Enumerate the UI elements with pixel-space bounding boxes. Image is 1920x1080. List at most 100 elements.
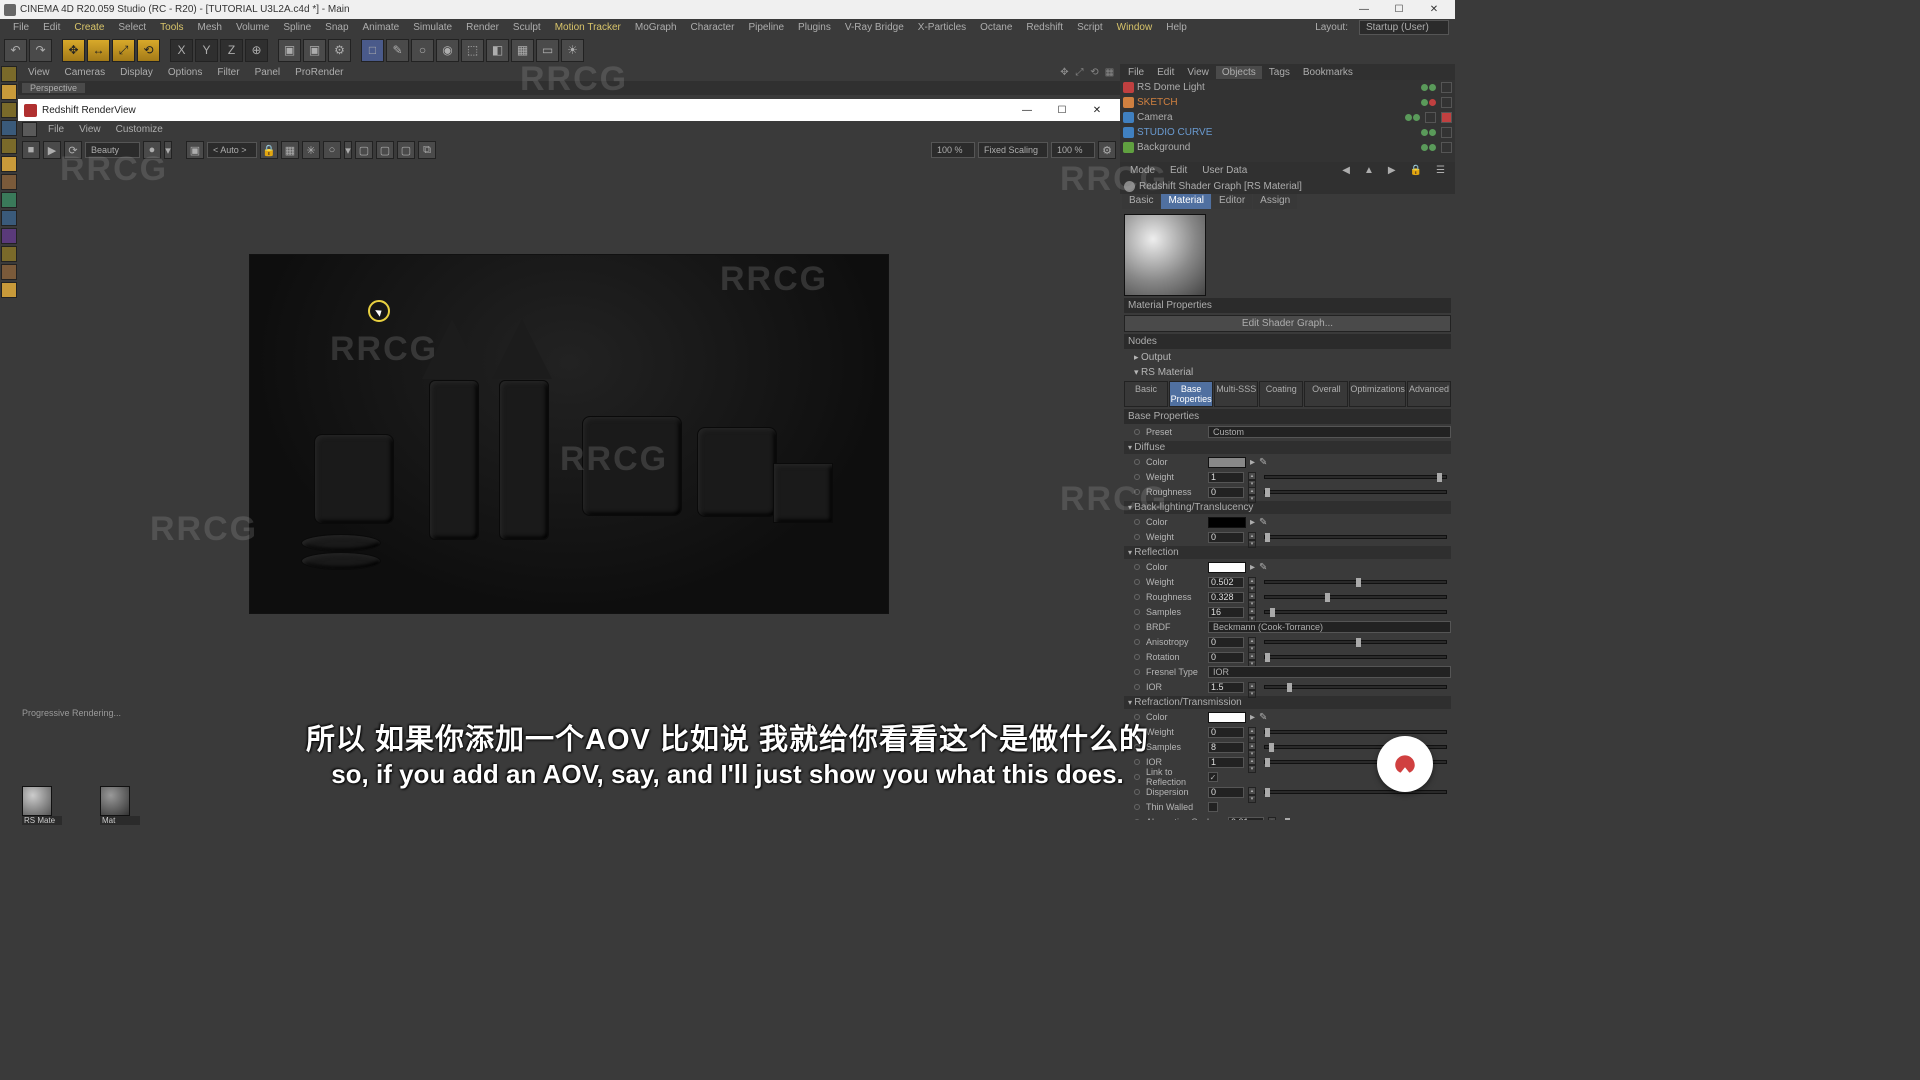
menu-vray[interactable]: V-Ray Bridge: [838, 21, 911, 34]
spinner[interactable]: ▴▾: [1248, 577, 1256, 588]
viewport-tab-perspective[interactable]: Perspective: [22, 83, 85, 93]
rsv-circle-button[interactable]: ○: [323, 141, 341, 159]
array-button[interactable]: ⬚: [461, 39, 484, 62]
subtab-basic[interactable]: Basic: [1124, 381, 1168, 407]
texture-mode-icon[interactable]: [1, 102, 17, 118]
point-mode-icon[interactable]: [1, 138, 17, 154]
attr-lock-icon[interactable]: 🔒: [1404, 164, 1428, 177]
picker-icon[interactable]: ▸: [1250, 517, 1255, 528]
rsv-lock-button[interactable]: 🔒: [260, 141, 278, 159]
rsv-color-menu-button[interactable]: ▾: [164, 141, 172, 159]
uv-poly-icon[interactable]: [1, 210, 17, 226]
menu-file[interactable]: File: [6, 21, 36, 34]
objtab-view[interactable]: View: [1181, 66, 1215, 79]
uv-point-icon[interactable]: [1, 192, 17, 208]
spinner[interactable]: ▴▾: [1248, 652, 1256, 663]
spinner[interactable]: ▴▾: [1248, 532, 1256, 543]
camera-button[interactable]: ▭: [536, 39, 559, 62]
spinner[interactable]: ▴▾: [1248, 757, 1256, 768]
enable-axis-icon[interactable]: [1, 264, 17, 280]
render-button[interactable]: ▣: [278, 39, 301, 62]
brdf-dropdown[interactable]: Beckmann (Cook-Torrance): [1208, 621, 1451, 633]
yaxis-button[interactable]: Y: [195, 39, 218, 62]
diffuse-roughness-slider[interactable]: [1264, 490, 1447, 494]
menu-octane[interactable]: Octane: [973, 21, 1019, 34]
ior-slider[interactable]: [1264, 685, 1447, 689]
rotation-field[interactable]: 0: [1208, 652, 1244, 663]
minimize-button[interactable]: ―: [1347, 0, 1381, 19]
menu-create[interactable]: Create: [67, 21, 111, 34]
material-manager[interactable]: RS Mate Mat: [18, 784, 1120, 820]
poly-mode-icon[interactable]: [1, 174, 17, 190]
floor-button[interactable]: ▦: [511, 39, 534, 62]
objtab-tags[interactable]: Tags: [1263, 66, 1296, 79]
attr-tab-assign[interactable]: Assign: [1253, 194, 1297, 209]
material-default[interactable]: [100, 786, 130, 816]
menu-edit[interactable]: Edit: [36, 21, 67, 34]
rsv-play-button[interactable]: ▶: [43, 141, 61, 159]
light-button[interactable]: ☀: [561, 39, 584, 62]
tweak-icon[interactable]: [1, 228, 17, 244]
eyedropper-icon[interactable]: ✎: [1259, 712, 1267, 723]
diffuse-group[interactable]: Diffuse: [1124, 441, 1451, 454]
absorption-field[interactable]: 0.01: [1228, 817, 1264, 821]
menu-script[interactable]: Script: [1070, 21, 1110, 34]
menu-sculpt[interactable]: Sculpt: [506, 21, 548, 34]
refraction-weight-slider[interactable]: [1264, 730, 1447, 734]
rsv-start-icon[interactable]: [22, 122, 37, 137]
refraction-weight-field[interactable]: 0: [1208, 727, 1244, 738]
tag-icon[interactable]: [1441, 127, 1452, 138]
attr-edit[interactable]: Edit: [1164, 164, 1193, 177]
rsmaterial-node[interactable]: ▾ RS Material: [1134, 367, 1193, 378]
vpmenu-panel[interactable]: Panel: [249, 66, 287, 79]
diffuse-weight-slider[interactable]: [1264, 475, 1447, 479]
coord-button[interactable]: ⊕: [245, 39, 268, 62]
null-button[interactable]: ○: [411, 39, 434, 62]
rsv-snap-a-button[interactable]: ▢: [355, 141, 373, 159]
rsv-scale-field[interactable]: 100 %: [1051, 142, 1095, 158]
diffuse-roughness-field[interactable]: 0: [1208, 487, 1244, 498]
spinner[interactable]: ▴▾: [1248, 487, 1256, 498]
layout-dropdown[interactable]: Startup (User): [1359, 20, 1449, 35]
rsv-crop-button[interactable]: ▣: [186, 141, 204, 159]
ior-field[interactable]: 1.5: [1208, 682, 1244, 693]
menu-plugins[interactable]: Plugins: [791, 21, 838, 34]
objtab-bookmarks[interactable]: Bookmarks: [1297, 66, 1359, 79]
pen-button[interactable]: ✎: [386, 39, 409, 62]
refraction-samples-field[interactable]: 8: [1208, 742, 1244, 753]
spinner[interactable]: ▴▾: [1248, 787, 1256, 798]
spinner[interactable]: ▴▾: [1248, 682, 1256, 693]
reflection-roughness-slider[interactable]: [1264, 595, 1447, 599]
eyedropper-icon[interactable]: ✎: [1259, 517, 1267, 528]
rsv-zoom-field[interactable]: 100 %: [931, 142, 975, 158]
rsv-menu-file[interactable]: File: [42, 123, 70, 136]
menu-tools[interactable]: Tools: [153, 21, 190, 34]
rsv-menu-view[interactable]: View: [73, 123, 107, 136]
rsv-color-button[interactable]: ●: [143, 141, 161, 159]
menu-character[interactable]: Character: [684, 21, 742, 34]
rsv-copy-button[interactable]: ⧉: [418, 141, 436, 159]
attr-prev-icon[interactable]: ◀: [1336, 164, 1356, 177]
refraction-group[interactable]: Refraction/Transmission: [1124, 696, 1451, 709]
object-mode-icon[interactable]: [1, 84, 17, 100]
close-button[interactable]: ✕: [1417, 0, 1451, 19]
render-pv-button[interactable]: ▣: [303, 39, 326, 62]
menu-redshift[interactable]: Redshift: [1019, 21, 1070, 34]
backlight-weight-slider[interactable]: [1264, 535, 1447, 539]
undo-button[interactable]: ↶: [4, 39, 27, 62]
tag-icon[interactable]: [1441, 112, 1452, 123]
menu-pipeline[interactable]: Pipeline: [741, 21, 791, 34]
subdivision-button[interactable]: ◉: [436, 39, 459, 62]
backlight-group[interactable]: Back-lighting/Translucency: [1124, 501, 1451, 514]
move-button[interactable]: ↔: [87, 39, 110, 62]
attr-up-icon[interactable]: ▲: [1358, 164, 1380, 177]
rsv-center-button[interactable]: ✳: [302, 141, 320, 159]
vpmenu-display[interactable]: Display: [114, 66, 159, 79]
attr-hist-icon[interactable]: ☰: [1430, 164, 1451, 177]
vpmenu-view[interactable]: View: [22, 66, 56, 79]
spinner[interactable]: ▴▾: [1248, 592, 1256, 603]
rsv-grid-button[interactable]: ▦: [281, 141, 299, 159]
rsv-menu-customize[interactable]: Customize: [110, 123, 169, 136]
rsv-aov-dropdown[interactable]: Beauty: [85, 142, 140, 158]
preset-dropdown[interactable]: Custom: [1208, 426, 1451, 438]
